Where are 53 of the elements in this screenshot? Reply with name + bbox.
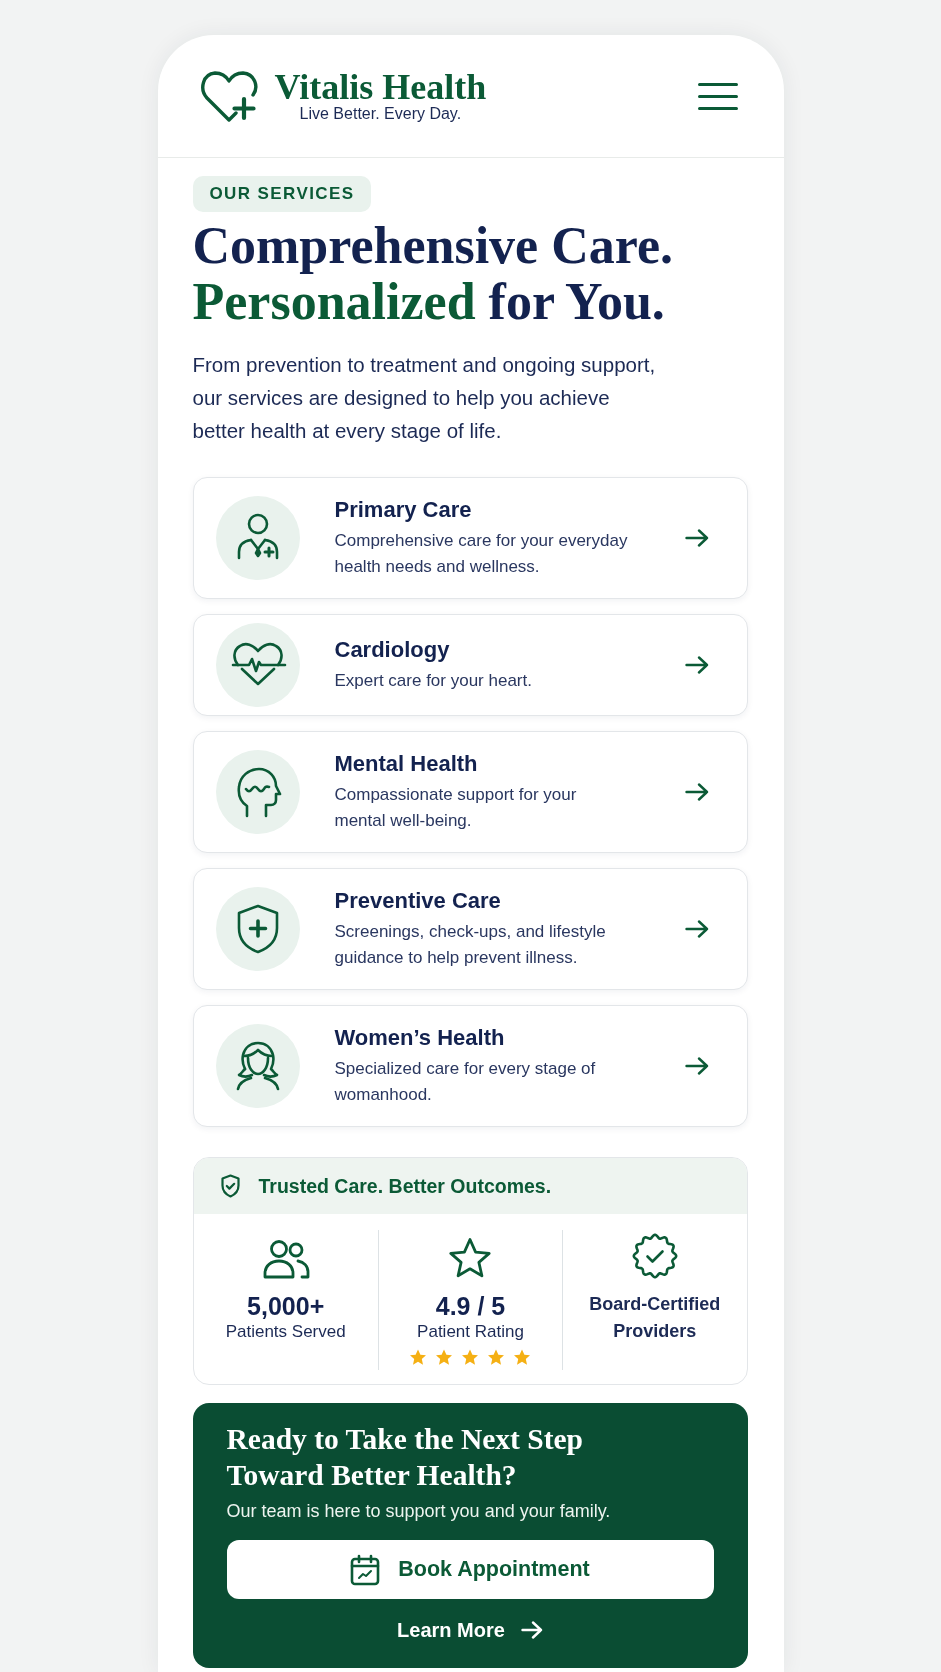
filled-star-icon: [435, 1349, 454, 1366]
stat-value: 5,000+: [247, 1291, 325, 1321]
shield-check-icon: [219, 1174, 241, 1198]
filled-star-icon: [513, 1349, 532, 1366]
learn-more-link[interactable]: Learn More: [397, 1616, 543, 1644]
filled-star-icon: [461, 1349, 480, 1366]
arrow-right-icon: [684, 783, 709, 801]
service-card[interactable]: Cardiology Expert care for your heart.: [192, 614, 748, 716]
people-icon: [261, 1239, 310, 1279]
head-profile-icon: [215, 750, 300, 834]
trust-title: Trusted Care. Better Outcomes.: [258, 1174, 552, 1198]
service-description: Compassionate support for your mental well-being.: [334, 784, 578, 832]
service-card[interactable]: Women’s Health Specialized care for every stage of womanhood.: [192, 1005, 748, 1127]
doctor-icon: [215, 496, 300, 580]
intro-paragraph: From prevention to treatment and ongoing support, our services are designed to help you achieve better health at every stage of life.: [192, 352, 657, 444]
heart-pulse-icon: [215, 623, 300, 707]
stat-label: Patients Served: [225, 1321, 346, 1343]
cta-title: Ready to Take the Next Step Toward Better Health?: [226, 1422, 584, 1493]
service-title: Primary Care: [334, 496, 473, 524]
service-card[interactable]: Primary Care Comprehensive care for your everyday health needs and wellness.: [192, 477, 748, 599]
woman-icon: [215, 1024, 300, 1108]
brand-name: Vitalis Health: [274, 69, 487, 105]
service-card[interactable]: Preventive Care Screenings, check-ups, and lifestyle guidance to help prevent illness.: [192, 868, 748, 990]
arrow-right-icon: [684, 656, 709, 674]
service-description: Expert care for your heart.: [334, 670, 533, 692]
arrow-right-icon: [520, 1621, 543, 1639]
page-headline: Comprehensive Care. Personalized for You.: [192, 218, 674, 330]
service-description: Specialized care for every stage of womanhood.: [334, 1058, 597, 1106]
stat-label: Patient Rating: [417, 1321, 524, 1343]
star-icon: [448, 1237, 493, 1279]
badge-check-icon: [631, 1233, 678, 1279]
calendar-icon: [350, 1553, 381, 1586]
service-card[interactable]: Mental Health Compassionate support for your mental well-being.: [192, 731, 748, 853]
brand-tagline: Live Better. Every Day.: [299, 105, 462, 123]
filled-star-icon: [409, 1349, 428, 1366]
book-appointment-button[interactable]: Book Appointment: [226, 1540, 714, 1599]
service-description: Comprehensive care for your everyday health needs and wellness.: [334, 530, 629, 578]
section-tag: OUR SERVICES: [192, 176, 372, 212]
shield-plus-icon: [215, 887, 300, 971]
stat-label: Board-Certified Providers: [588, 1293, 722, 1343]
menu-icon[interactable]: [697, 82, 738, 110]
service-title: Cardiology: [334, 636, 451, 664]
stat-value: 4.9 / 5: [435, 1291, 506, 1321]
cta-subtitle: Our team is here to support you and your family.: [226, 1500, 612, 1523]
service-title: Women’s Health: [334, 1024, 506, 1052]
service-title: Mental Health: [334, 750, 479, 778]
arrow-right-icon: [684, 1057, 709, 1075]
service-title: Preventive Care: [334, 887, 502, 915]
arrow-right-icon: [684, 920, 709, 938]
arrow-right-icon: [684, 529, 709, 547]
service-description: Screenings, check-ups, and lifestyle guidance to help prevent illness.: [334, 921, 607, 969]
filled-star-icon: [487, 1349, 506, 1366]
heart-plus-logo-icon: [199, 69, 258, 123]
